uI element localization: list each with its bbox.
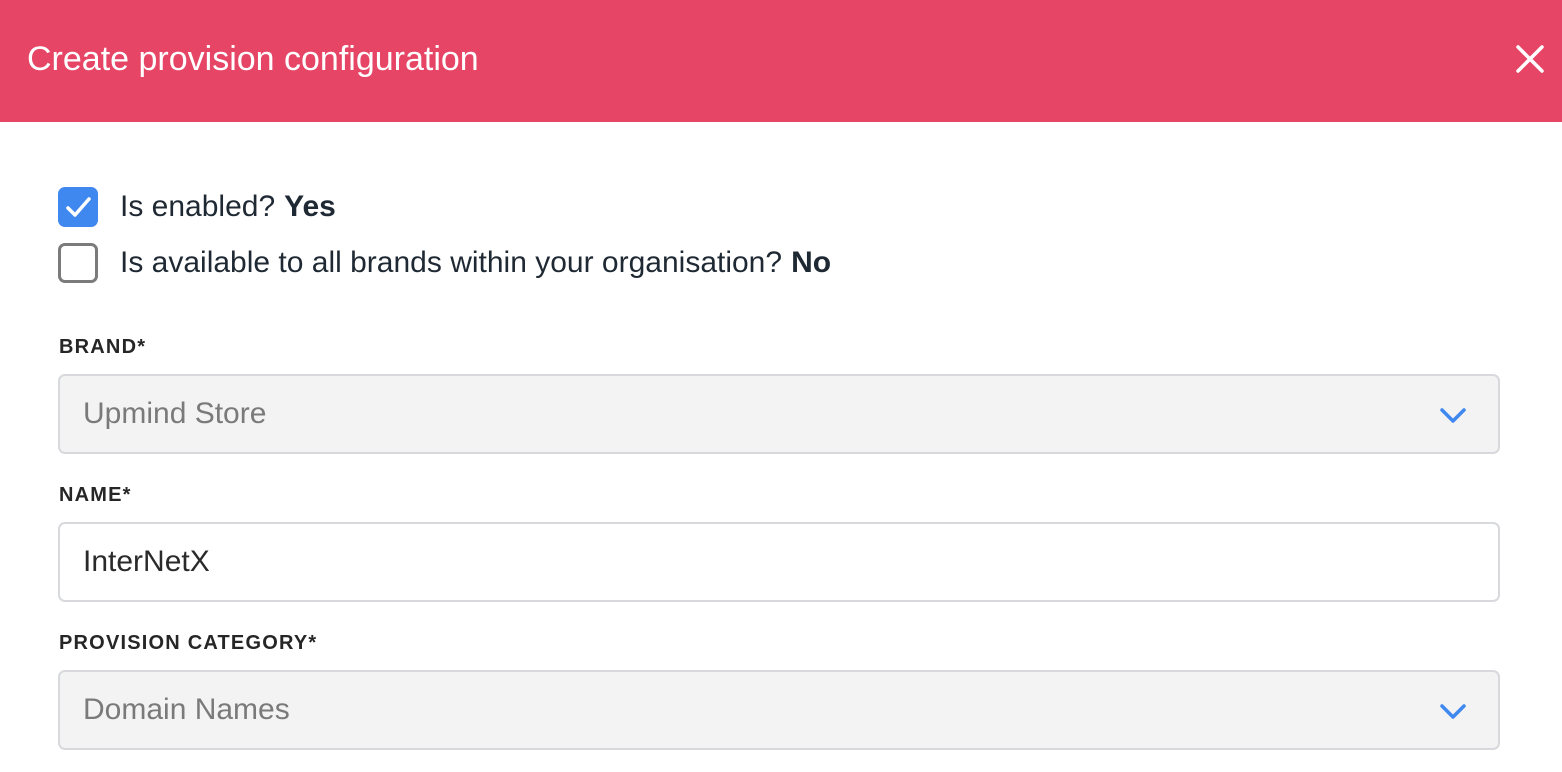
enabled-label: Is enabled? xyxy=(120,190,276,223)
checkmark-icon xyxy=(66,197,91,217)
create-provision-modal: Create provision configuration Is enable… xyxy=(0,0,1562,772)
enabled-checkbox[interactable] xyxy=(58,187,98,227)
close-icon xyxy=(1516,45,1544,73)
enabled-checkbox-row: Is enabled? Yes xyxy=(58,187,336,227)
all-brands-checkbox[interactable] xyxy=(58,243,98,283)
name-input-value: InterNetX xyxy=(83,545,210,578)
chevron-down-icon xyxy=(1438,403,1468,427)
brand-label: BRAND* xyxy=(59,336,147,358)
modal-title: Create provision configuration xyxy=(27,40,479,78)
name-label: NAME* xyxy=(59,484,132,506)
all-brands-label: Is available to all brands within your o… xyxy=(120,246,783,279)
enabled-value: Yes xyxy=(284,190,336,223)
modal-header: Create provision configuration xyxy=(0,0,1562,122)
provision-category-label: PROVISION CATEGORY* xyxy=(59,632,318,654)
name-input[interactable]: InterNetX xyxy=(58,522,1500,602)
brand-selected-value: Upmind Store xyxy=(83,397,267,430)
close-button[interactable] xyxy=(1508,37,1552,81)
provision-category-select[interactable]: Domain Names xyxy=(58,670,1500,750)
brand-select[interactable]: Upmind Store xyxy=(58,374,1500,454)
chevron-down-icon xyxy=(1438,699,1468,723)
all-brands-checkbox-row: Is available to all brands within your o… xyxy=(58,243,831,283)
all-brands-value: No xyxy=(791,246,832,279)
provision-category-selected-value: Domain Names xyxy=(83,693,290,726)
